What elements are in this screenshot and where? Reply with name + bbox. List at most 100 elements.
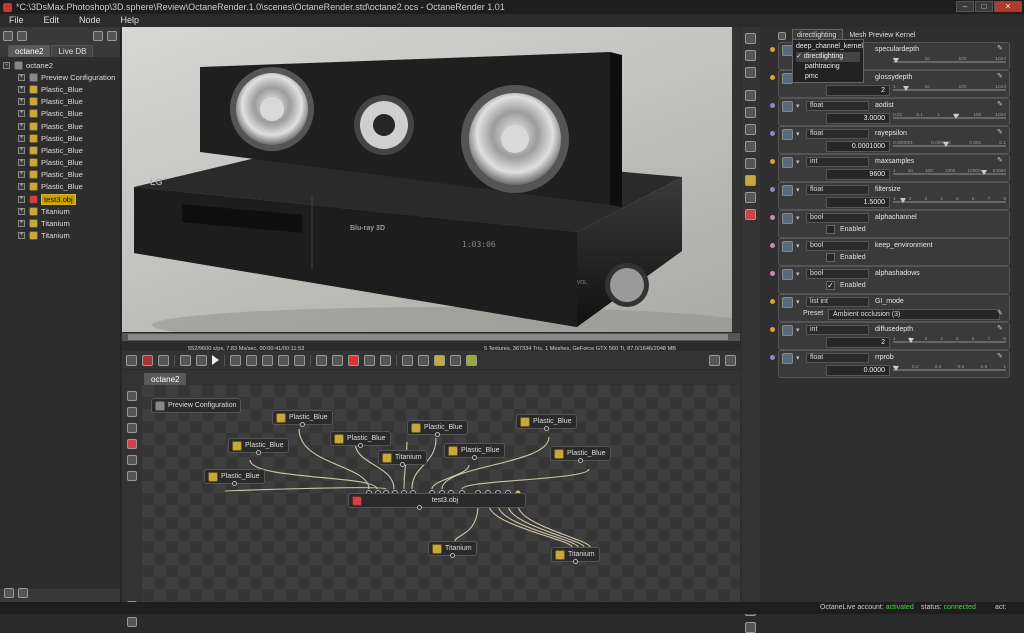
node-titanium[interactable]: Titanium <box>551 547 600 564</box>
add-node-icon[interactable] <box>127 391 137 401</box>
wrench-icon[interactable] <box>4 588 14 598</box>
rotate-icon[interactable] <box>294 354 305 366</box>
outliner-view-icon[interactable] <box>3 31 13 41</box>
wrench-icon[interactable] <box>93 31 103 41</box>
kernel-option-checked[interactable]: ✓ directlighting <box>796 52 860 62</box>
tree-item[interactable]: + Titanium <box>0 230 120 242</box>
cube-icon[interactable] <box>745 141 756 152</box>
value-slider[interactable] <box>893 170 1006 175</box>
region-icon[interactable] <box>348 354 359 366</box>
edit-icon[interactable]: ✎ <box>997 157 1005 165</box>
preset-select[interactable]: Ambient occlusion (3) <box>828 309 1000 320</box>
kernel-option[interactable]: pathtracing <box>796 62 860 72</box>
tree-item[interactable]: + Titanium <box>0 205 120 217</box>
expand-node-icon[interactable]: + <box>18 183 25 191</box>
close-button[interactable]: ✕ <box>994 1 1022 12</box>
value-field[interactable]: 1.5000 <box>826 197 890 208</box>
tree-item[interactable]: + Plastic_Blue <box>0 120 120 132</box>
viewport-scrollbar[interactable] <box>732 27 740 332</box>
tab-nodegraph-octane2[interactable]: octane2 <box>144 373 187 385</box>
slider-knob[interactable] <box>893 366 899 371</box>
expand-icon[interactable] <box>107 31 117 41</box>
tree-item[interactable]: + Titanium <box>0 217 120 229</box>
node-plastic-blue[interactable]: Plastic_Blue <box>444 443 505 460</box>
slider-knob[interactable] <box>893 58 899 63</box>
export-icon[interactable] <box>418 354 429 366</box>
tree-icon[interactable] <box>127 407 137 417</box>
minimize-button[interactable]: – <box>956 1 974 12</box>
texture-icon[interactable] <box>745 124 756 135</box>
expand-node-icon[interactable]: + <box>18 171 25 179</box>
value-field[interactable]: 3.0000 <box>826 113 890 124</box>
edit-icon[interactable]: ✎ <box>997 73 1005 81</box>
node-plastic-blue[interactable]: Plastic_Blue <box>330 431 391 448</box>
tree-item[interactable]: + Plastic_Blue <box>0 108 120 120</box>
kernel-option[interactable]: pmc <box>796 72 860 82</box>
image-icon[interactable] <box>745 90 756 101</box>
star-icon[interactable] <box>466 354 477 366</box>
menu-file[interactable]: File <box>9 14 24 27</box>
edit-icon[interactable]: ✎ <box>997 101 1005 109</box>
environment-icon[interactable] <box>745 158 756 169</box>
paste-icon[interactable] <box>745 67 756 78</box>
expand-node-icon[interactable]: + <box>18 220 25 228</box>
node-plastic-blue[interactable]: Plastic_Blue <box>204 469 265 486</box>
render-settings-icon[interactable] <box>126 354 137 366</box>
type-select[interactable]: bool <box>806 269 869 279</box>
enabled-checkbox[interactable] <box>826 253 835 262</box>
collapse-icon[interactable] <box>778 31 786 40</box>
edit-icon[interactable]: ✎ <box>997 310 1005 318</box>
value-slider[interactable] <box>893 198 1006 203</box>
expand-icon[interactable] <box>127 617 137 627</box>
type-select[interactable]: list int <box>806 297 869 307</box>
expand-icon[interactable] <box>745 622 756 633</box>
pan-icon[interactable] <box>278 354 289 366</box>
maximize-button[interactable]: □ <box>975 1 993 12</box>
pin-icon[interactable] <box>745 33 756 44</box>
scroll-thumb[interactable] <box>128 334 728 340</box>
expand-node-icon[interactable]: + <box>18 232 25 240</box>
sphere-icon[interactable] <box>316 354 327 366</box>
viewport-hscrollbar[interactable] <box>122 333 740 341</box>
link-icon[interactable] <box>127 455 137 465</box>
render-viewport[interactable]: LG Blu-ray 3D 1:03:06 VOL <box>122 27 740 332</box>
slider-knob[interactable] <box>900 198 906 203</box>
value-slider[interactable] <box>893 114 1006 119</box>
node-plastic-blue[interactable]: Plastic_Blue <box>516 414 577 431</box>
slider-knob[interactable] <box>908 338 914 343</box>
grid-icon[interactable] <box>364 354 375 366</box>
tab-octane2[interactable]: octane2 <box>8 45 51 57</box>
sun-icon[interactable] <box>745 175 756 186</box>
expand-icon[interactable] <box>18 588 28 598</box>
edit-icon[interactable]: ✎ <box>997 353 1005 361</box>
type-select[interactable]: float <box>806 353 869 363</box>
light-icon[interactable] <box>745 192 756 203</box>
value-field[interactable]: 2 <box>826 85 890 96</box>
type-select[interactable]: int <box>806 157 869 167</box>
type-select[interactable]: bool <box>806 241 869 251</box>
edit-icon[interactable]: ✎ <box>997 325 1005 333</box>
tree-item[interactable]: + Plastic_Blue <box>0 181 120 193</box>
outliner-filter-icon[interactable] <box>17 31 27 41</box>
node-titanium[interactable]: Titanium <box>378 450 427 467</box>
expand-node-icon[interactable]: + <box>18 195 25 203</box>
type-select[interactable]: float <box>806 185 869 195</box>
value-slider[interactable] <box>893 58 1006 63</box>
play-icon[interactable] <box>212 355 219 365</box>
focus-icon[interactable] <box>246 354 257 366</box>
light-icon[interactable] <box>450 354 461 366</box>
expand-node-icon[interactable]: + <box>18 134 25 142</box>
expand-node-icon[interactable]: + <box>18 159 25 167</box>
type-select[interactable]: float <box>806 101 869 111</box>
node-plastic-blue[interactable]: Plastic_Blue <box>272 410 333 427</box>
material-icon[interactable] <box>745 209 756 220</box>
node-plastic-blue[interactable]: Plastic_Blue <box>550 446 611 463</box>
type-select[interactable]: bool <box>806 213 869 223</box>
sphere-lit-icon[interactable] <box>332 354 343 366</box>
image-icon[interactable] <box>127 423 137 433</box>
node-plastic-blue[interactable]: Plastic_Blue <box>407 420 468 437</box>
tree-item[interactable]: + Plastic_Blue <box>0 96 120 108</box>
value-field[interactable]: 0.0001000 <box>826 141 890 152</box>
edit-icon[interactable]: ✎ <box>997 129 1005 137</box>
slider-knob[interactable] <box>953 114 959 119</box>
